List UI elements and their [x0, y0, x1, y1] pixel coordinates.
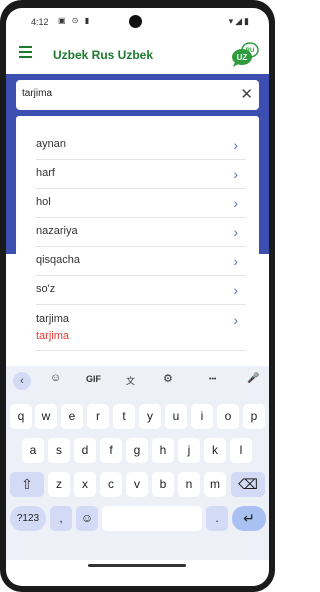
translate-icon[interactable]: 文: [126, 374, 135, 387]
key-s[interactable]: s: [48, 438, 70, 463]
key-w[interactable]: w: [35, 404, 57, 429]
chevron-right-icon: ›: [233, 137, 238, 153]
space-bar[interactable]: [102, 506, 202, 531]
list-item-label: aynan: [36, 138, 66, 150]
key-v[interactable]: v: [126, 472, 148, 497]
enter-key[interactable]: ↵: [232, 506, 266, 531]
list-item[interactable]: hol ›: [36, 195, 246, 218]
key-c[interactable]: c: [100, 472, 122, 497]
speech-bubbles-logo-icon: RU UZ: [232, 42, 259, 67]
list-item-translation: tarjima: [36, 330, 70, 342]
phone-frame: 4:12 ▣ ⊙ ▮ ▾◢▮ Uzbek Rus Uzbek RU UZ ✕ a…: [0, 0, 275, 592]
key-g[interactable]: g: [126, 438, 148, 463]
key-o[interactable]: o: [217, 404, 239, 429]
chevron-right-icon: ›: [233, 282, 238, 298]
screen: 4:12 ▣ ⊙ ▮ ▾◢▮ Uzbek Rus Uzbek RU UZ ✕ a…: [6, 8, 269, 586]
chevron-right-icon: ›: [233, 312, 238, 328]
list-item-label: hol: [36, 196, 51, 208]
key-u[interactable]: u: [165, 404, 187, 429]
key-i[interactable]: i: [191, 404, 213, 429]
results-list: aynan › harf › hol › nazariya › qisqacha…: [16, 116, 259, 370]
key-m[interactable]: m: [204, 472, 226, 497]
key-e[interactable]: e: [61, 404, 83, 429]
status-time: 4:12: [31, 17, 49, 27]
list-item-label: qisqacha: [36, 254, 81, 266]
more-icon[interactable]: •••: [209, 376, 216, 383]
key-x[interactable]: x: [74, 472, 96, 497]
camera-cutout: [129, 15, 142, 28]
menu-icon[interactable]: [19, 46, 32, 58]
key-l[interactable]: l: [230, 438, 252, 463]
list-item-label: tarjima: [36, 313, 70, 325]
key-j[interactable]: j: [178, 438, 200, 463]
key-h[interactable]: h: [152, 438, 174, 463]
shift-key[interactable]: ⇧: [10, 472, 44, 497]
chevron-left-icon[interactable]: ‹: [13, 372, 31, 390]
key-y[interactable]: y: [139, 404, 161, 429]
list-item-label: nazariya: [36, 225, 78, 237]
chevron-right-icon: ›: [233, 253, 238, 269]
comma-key[interactable]: ,: [50, 506, 72, 531]
app-title: Uzbek Rus Uzbek: [53, 48, 154, 62]
key-t[interactable]: t: [113, 404, 135, 429]
chevron-right-icon: ›: [233, 224, 238, 240]
key-a[interactable]: a: [22, 438, 44, 463]
key-p[interactable]: p: [243, 404, 265, 429]
key-b[interactable]: b: [152, 472, 174, 497]
list-item-label: harf: [36, 167, 55, 179]
chevron-right-icon: ›: [233, 166, 238, 182]
key-r[interactable]: r: [87, 404, 109, 429]
key-n[interactable]: n: [178, 472, 200, 497]
list-item[interactable]: so'z ›: [36, 282, 246, 305]
sticker-icon[interactable]: ☺: [50, 372, 61, 384]
emoji-icon[interactable]: ☺: [76, 506, 98, 531]
status-bar: 4:12 ▣ ⊙ ▮ ▾◢▮: [6, 8, 269, 32]
nav-gesture-handle[interactable]: [88, 564, 186, 567]
svg-text:UZ: UZ: [237, 53, 248, 62]
key-z[interactable]: z: [48, 472, 70, 497]
list-item[interactable]: qisqacha ›: [36, 253, 246, 276]
notification-icons: ▣ ⊙ ▮: [58, 16, 92, 25]
key-d[interactable]: d: [74, 438, 96, 463]
chevron-right-icon: ›: [233, 195, 238, 211]
list-item[interactable]: tarjima tarjima ›: [36, 312, 246, 351]
period-key[interactable]: .: [206, 506, 228, 531]
symbols-key[interactable]: ?123: [10, 506, 46, 531]
list-item[interactable]: aynan ›: [36, 137, 246, 160]
system-icons: ▾◢▮: [228, 16, 251, 26]
mic-icon[interactable]: 🎤: [247, 373, 259, 384]
app-bar: Uzbek Rus Uzbek RU UZ: [6, 36, 269, 74]
gif-button[interactable]: GIF: [86, 374, 101, 384]
list-item[interactable]: nazariya ›: [36, 224, 246, 247]
on-screen-keyboard: ‹ ☺ GIF 文 ⚙ ••• 🎤 q w e r t y u i o p a …: [6, 366, 269, 560]
key-q[interactable]: q: [10, 404, 32, 429]
key-k[interactable]: k: [204, 438, 226, 463]
close-icon[interactable]: ✕: [240, 85, 253, 103]
search-box: ✕: [16, 80, 259, 110]
backspace-key[interactable]: ⌫: [231, 472, 265, 497]
list-item-label: so'z: [36, 283, 56, 295]
gear-icon[interactable]: ⚙: [163, 372, 173, 385]
list-item[interactable]: harf ›: [36, 166, 246, 189]
search-input[interactable]: [22, 88, 222, 99]
key-f[interactable]: f: [100, 438, 122, 463]
keyboard-toolbar: ‹ ☺ GIF 文 ⚙ ••• 🎤: [6, 370, 269, 394]
